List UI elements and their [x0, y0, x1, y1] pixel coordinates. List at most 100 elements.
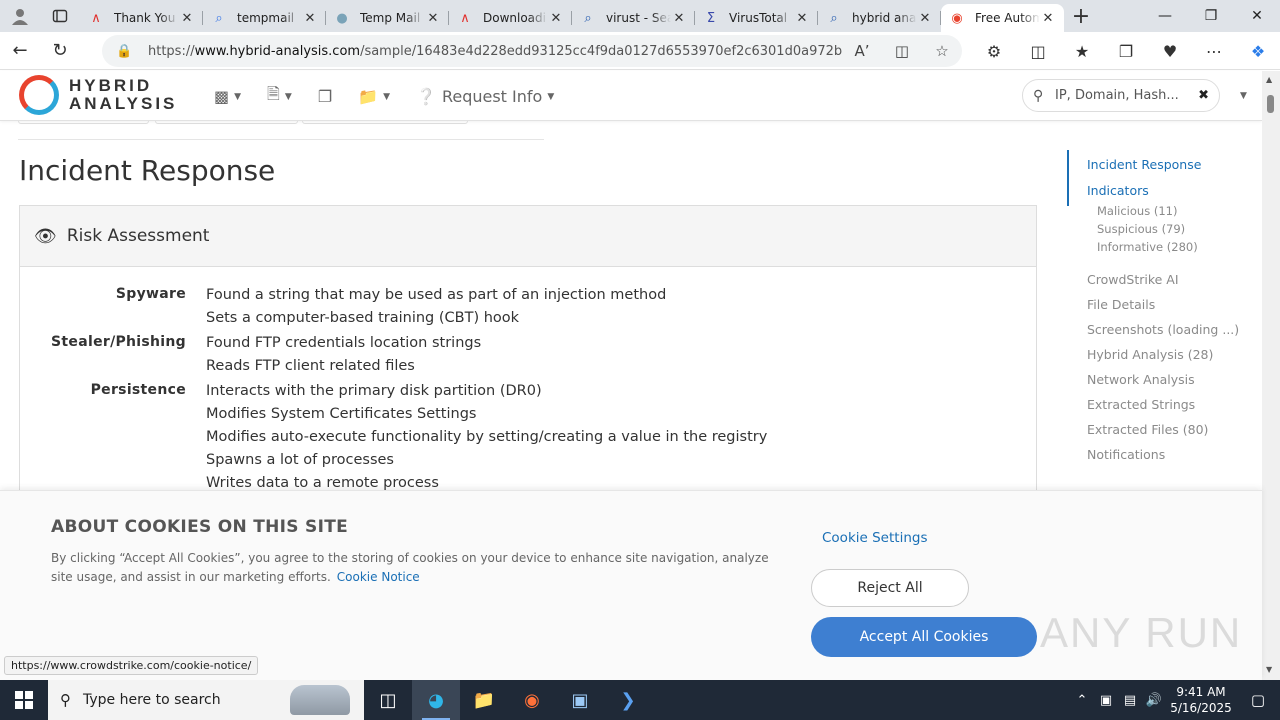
- toc-suspicious[interactable]: Suspicious (79): [1067, 222, 1257, 236]
- windows-start-icon[interactable]: [0, 680, 48, 720]
- immersive-reader-icon[interactable]: ◫: [882, 42, 922, 60]
- browser-tab[interactable]: ◉ Free Autom ✕: [941, 4, 1064, 32]
- tab-title: tempmail: [237, 11, 295, 25]
- file-explorer-icon[interactable]: 📁: [460, 680, 508, 720]
- risk-category: Stealer/Phishing Found FTP credentials lo…: [20, 332, 1038, 378]
- browser-tab[interactable]: ● Temp Mail ✕: [326, 4, 449, 32]
- toc-informative[interactable]: Informative (280): [1067, 240, 1257, 254]
- back-icon[interactable]: ←: [0, 32, 40, 70]
- scroll-up-icon[interactable]: ▲: [1266, 75, 1272, 84]
- reject-all-button[interactable]: Reject All: [811, 569, 969, 607]
- close-tab-icon[interactable]: ✕: [425, 11, 441, 26]
- clock-date: 5/16/2025: [1170, 701, 1232, 715]
- tray-app-icon[interactable]: ▣: [1094, 693, 1118, 708]
- refresh-icon[interactable]: ↻: [40, 32, 80, 70]
- cookie-text: By clicking “Accept All Cookies”, you ag…: [51, 549, 781, 587]
- notifications-icon[interactable]: ▢: [1236, 691, 1280, 709]
- submit-file-menu[interactable]: 🗎 ▼: [267, 83, 292, 110]
- divider: [18, 139, 544, 140]
- edge-taskbar-icon[interactable]: ◕: [412, 680, 460, 720]
- hybrid-analysis-logo[interactable]: HYBRID ANALYSIS: [19, 75, 177, 115]
- close-tab-icon[interactable]: ✕: [794, 11, 810, 26]
- browser-tab[interactable]: ∧ Thank You ✕: [80, 4, 203, 32]
- lock-icon[interactable]: 🔒: [116, 44, 136, 59]
- more-menu-icon[interactable]: ⋯: [1192, 42, 1236, 61]
- profile-avatar-icon[interactable]: [0, 0, 40, 32]
- taskbar-search[interactable]: ⚲ Type here to search: [48, 680, 364, 720]
- n-logo-icon: ∧: [91, 10, 101, 26]
- tray-expand-icon[interactable]: ⌃: [1070, 693, 1094, 708]
- favorite-star-icon[interactable]: ☆: [922, 42, 962, 60]
- toc-hybrid-analysis[interactable]: Hybrid Analysis (28): [1067, 347, 1257, 362]
- clear-search-icon[interactable]: ✖: [1198, 88, 1209, 103]
- close-tab-icon[interactable]: ✕: [302, 11, 318, 26]
- close-tab-icon[interactable]: ✕: [1040, 11, 1056, 26]
- scrollbar-thumb[interactable]: [1267, 95, 1274, 113]
- search-icon: ⌕: [215, 10, 223, 26]
- page-scrollbar[interactable]: ▲ ▼: [1262, 71, 1280, 680]
- new-tab-button[interactable]: +: [1064, 0, 1098, 32]
- request-info-menu[interactable]: ❔ Request Info ▼: [416, 87, 554, 106]
- network-icon[interactable]: ▤: [1118, 693, 1142, 708]
- toc-extracted-strings[interactable]: Extracted Strings: [1067, 397, 1257, 412]
- close-tab-icon[interactable]: ✕: [548, 11, 564, 26]
- browser-tab[interactable]: ∧ Downloadi ✕: [449, 4, 572, 32]
- tab-actions-icon[interactable]: [40, 0, 80, 32]
- toc-incident-response[interactable]: Incident Response: [1067, 157, 1257, 172]
- app-window-icon[interactable]: ▣: [556, 680, 604, 720]
- risk-item: Interacts with the primary disk partitio…: [206, 383, 542, 399]
- scroll-down-icon[interactable]: ▼: [1266, 665, 1272, 674]
- firefox-icon[interactable]: ◉: [508, 680, 556, 720]
- copilot-icon[interactable]: ❖: [1236, 42, 1280, 61]
- toc-network-analysis[interactable]: Network Analysis: [1067, 372, 1257, 387]
- browser-tab[interactable]: ⌕ virust - Sea ✕: [572, 4, 695, 32]
- cookie-notice-link[interactable]: Cookie Notice: [337, 570, 420, 584]
- collections-icon[interactable]: ❐: [1104, 42, 1148, 61]
- toc-indicators[interactable]: Indicators: [1067, 183, 1257, 198]
- tab-title: virust - Sea: [606, 11, 671, 25]
- search-input[interactable]: IP, Domain, Hash...: [1055, 88, 1198, 103]
- toc-notifications[interactable]: Notifications: [1067, 447, 1257, 462]
- search-icon: ⌕: [584, 10, 592, 26]
- cookie-banner: ABOUT COOKIES ON THIS SITE By clicking “…: [0, 490, 1262, 680]
- read-aloud-icon[interactable]: A’: [842, 42, 882, 60]
- task-view-icon[interactable]: ◫: [364, 680, 412, 720]
- chevron-down-icon: ▼: [234, 91, 242, 102]
- browser-essentials-icon[interactable]: ♥: [1148, 42, 1192, 61]
- powershell-icon[interactable]: ❯: [604, 680, 652, 720]
- url-text[interactable]: https://www.hybrid-analysis.com/sample/1…: [148, 44, 842, 59]
- extensions-icon[interactable]: ⚙: [972, 42, 1016, 61]
- minimize-button[interactable]: —: [1142, 0, 1188, 32]
- taskbar-clock[interactable]: 9:41 AM 5/16/2025: [1166, 684, 1236, 716]
- close-tab-icon[interactable]: ✕: [179, 11, 195, 26]
- browser-tab[interactable]: ⌕ hybrid anal ✕: [818, 4, 941, 32]
- accept-all-cookies-button[interactable]: Accept All Cookies: [811, 617, 1037, 657]
- toc-screenshots[interactable]: Screenshots (loading ...): [1067, 322, 1257, 337]
- address-bar[interactable]: 🔒 https://www.hybrid-analysis.com/sample…: [102, 35, 962, 67]
- cookie-settings-link[interactable]: Cookie Settings: [822, 530, 927, 546]
- browser-tab[interactable]: ⌕ tempmail ✕: [203, 4, 326, 32]
- page-toc: Incident Response Indicators Malicious (…: [1067, 150, 1257, 462]
- eye-icon: 👁: [34, 225, 57, 247]
- site-search-box[interactable]: ⚲ IP, Domain, Hash... ✖: [1022, 79, 1220, 112]
- split-screen-icon[interactable]: ◫: [1016, 42, 1060, 61]
- folder-menu[interactable]: 📁 ▼: [358, 87, 390, 106]
- sandbox-menu[interactable]: ▩ ▼: [214, 87, 241, 106]
- restore-button[interactable]: ❐: [1188, 0, 1234, 32]
- chevron-down-icon: ▼: [284, 91, 292, 102]
- toc-malicious[interactable]: Malicious (11): [1067, 204, 1257, 218]
- toc-extracted-files[interactable]: Extracted Files (80): [1067, 422, 1257, 437]
- browser-tab-strip: ∧ Thank You ✕ ⌕ tempmail ✕ ● Temp Mail ✕ ∧ Downloa…: [0, 0, 1280, 32]
- toc-crowdstrike-ai[interactable]: CrowdStrike AI: [1067, 272, 1257, 287]
- reports-button[interactable]: ❐: [318, 87, 332, 106]
- close-tab-icon[interactable]: ✕: [917, 11, 933, 26]
- close-tab-icon[interactable]: ✕: [671, 11, 687, 26]
- taskbar-search-input[interactable]: Type here to search: [83, 692, 221, 708]
- volume-icon[interactable]: 🔊: [1142, 693, 1166, 708]
- browser-tab[interactable]: Σ VirusTotal ✕: [695, 4, 818, 32]
- toc-file-details[interactable]: File Details: [1067, 297, 1257, 312]
- favorites-icon[interactable]: ★: [1060, 42, 1104, 61]
- chevron-down-icon[interactable]: ▼: [1240, 91, 1247, 101]
- question-circle-icon: ❔: [416, 87, 436, 106]
- close-window-button[interactable]: ✕: [1234, 0, 1280, 32]
